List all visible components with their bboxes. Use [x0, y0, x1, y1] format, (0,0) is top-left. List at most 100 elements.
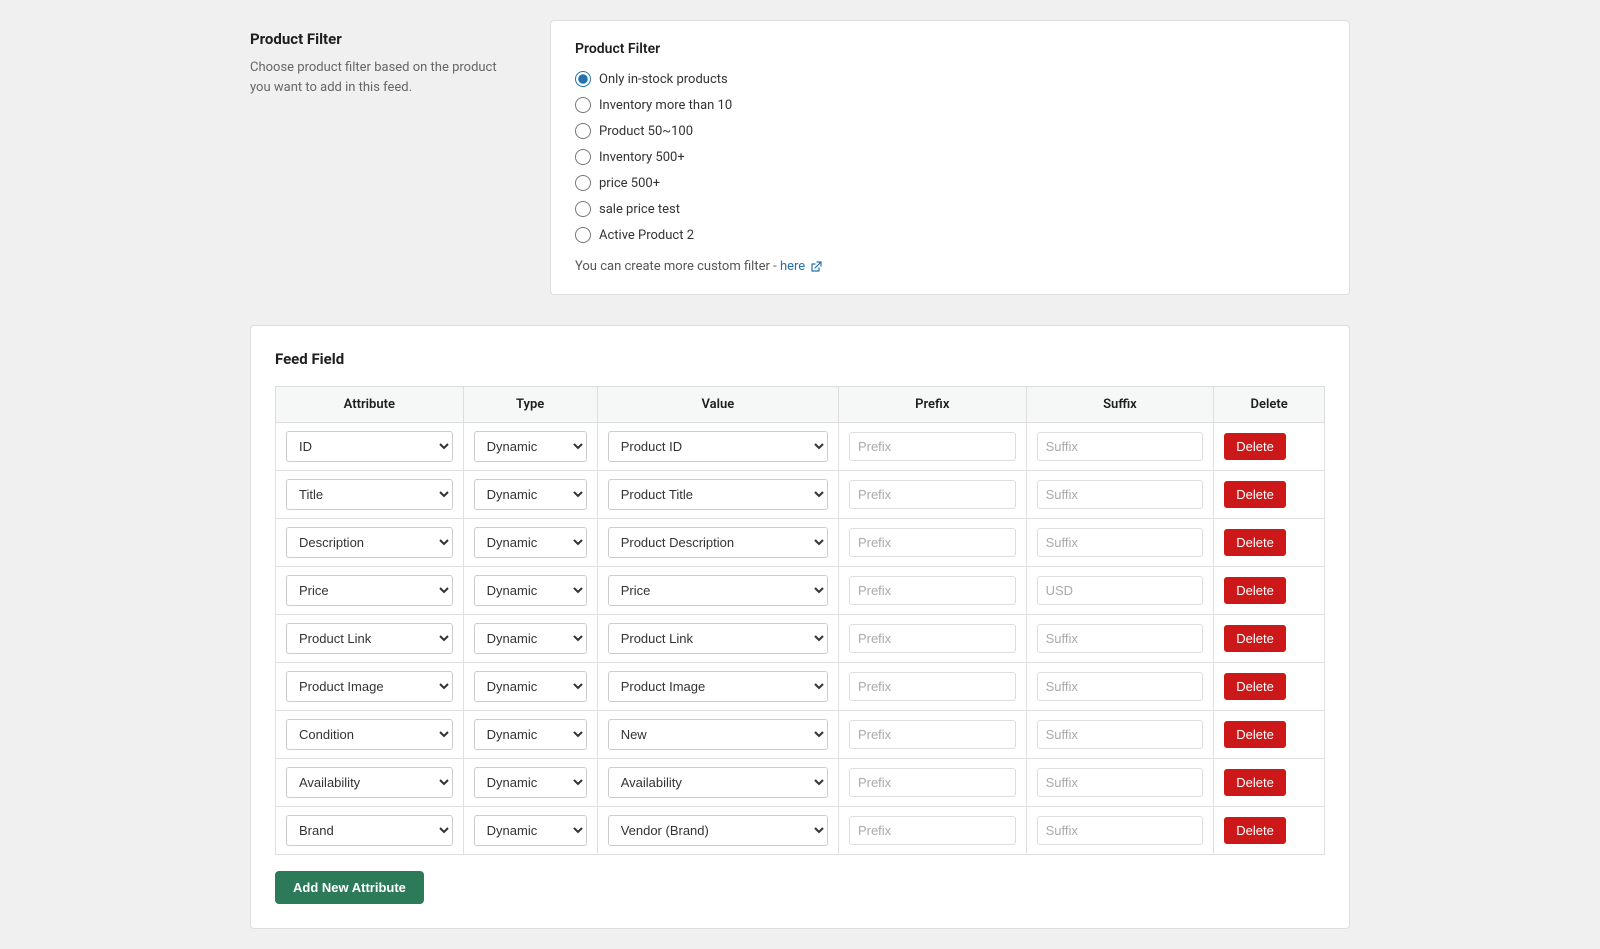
select-attribute-6[interactable]: Condition [286, 719, 453, 750]
input-prefix-4[interactable] [849, 624, 1016, 653]
select-value-7[interactable]: Availability [608, 767, 828, 798]
input-prefix-3[interactable] [849, 576, 1016, 605]
select-value-6[interactable]: New [608, 719, 828, 750]
input-prefix-5[interactable] [849, 672, 1016, 701]
cell-delete-1: Delete [1214, 471, 1325, 519]
col-delete: Delete [1214, 387, 1325, 423]
input-prefix-2[interactable] [849, 528, 1016, 557]
table-row: Brand Dynamic Vendor (Brand) Delete [276, 807, 1325, 855]
input-suffix-4[interactable] [1037, 624, 1204, 653]
delete-button-8[interactable]: Delete [1224, 817, 1286, 844]
select-attribute-1[interactable]: Title [286, 479, 453, 510]
input-prefix-7[interactable] [849, 768, 1016, 797]
cell-attribute-4: Product Link [276, 615, 464, 663]
input-suffix-1[interactable] [1037, 480, 1204, 509]
input-prefix-0[interactable] [849, 432, 1016, 461]
radio-opt1[interactable] [575, 71, 591, 87]
table-row: Title Dynamic Product Title Delete [276, 471, 1325, 519]
select-type-1[interactable]: Dynamic [474, 479, 587, 510]
cell-value-8: Vendor (Brand) [597, 807, 838, 855]
cell-attribute-5: Product Image [276, 663, 464, 711]
select-type-5[interactable]: Dynamic [474, 671, 587, 702]
radio-item-opt7: Active Product 2 [575, 227, 1325, 243]
delete-button-5[interactable]: Delete [1224, 673, 1286, 700]
table-row: Condition Dynamic New Delete [276, 711, 1325, 759]
input-suffix-6[interactable] [1037, 720, 1204, 749]
delete-button-3[interactable]: Delete [1224, 577, 1286, 604]
cell-suffix-4 [1026, 615, 1214, 663]
cell-attribute-3: Price [276, 567, 464, 615]
cell-delete-6: Delete [1214, 711, 1325, 759]
radio-item-opt4: Inventory 500+ [575, 149, 1325, 165]
input-prefix-1[interactable] [849, 480, 1016, 509]
input-suffix-8[interactable] [1037, 816, 1204, 845]
delete-button-1[interactable]: Delete [1224, 481, 1286, 508]
input-prefix-8[interactable] [849, 816, 1016, 845]
cell-suffix-1 [1026, 471, 1214, 519]
col-prefix: Prefix [838, 387, 1026, 423]
select-type-2[interactable]: Dynamic [474, 527, 587, 558]
select-value-1[interactable]: Product Title [608, 479, 828, 510]
table-header-row: Attribute Type Value Prefix Suffix Delet… [276, 387, 1325, 423]
select-value-5[interactable]: Product Image [608, 671, 828, 702]
radio-opt7[interactable] [575, 227, 591, 243]
cell-attribute-2: Description [276, 519, 464, 567]
select-attribute-4[interactable]: Product Link [286, 623, 453, 654]
select-value-4[interactable]: Product Link [608, 623, 828, 654]
input-suffix-3[interactable] [1037, 576, 1204, 605]
filter-left-description: Choose product filter based on the produ… [250, 58, 510, 97]
select-type-8[interactable]: Dynamic [474, 815, 587, 846]
radio-opt5[interactable] [575, 175, 591, 191]
select-value-0[interactable]: Product ID [608, 431, 828, 462]
cell-suffix-3 [1026, 567, 1214, 615]
cell-attribute-7: Availability [276, 759, 464, 807]
radio-group: Only in-stock productsInventory more tha… [575, 71, 1325, 243]
select-value-8[interactable]: Vendor (Brand) [608, 815, 828, 846]
select-type-3[interactable]: Dynamic [474, 575, 587, 606]
cell-value-4: Product Link [597, 615, 838, 663]
add-new-attribute-button[interactable]: Add New Attribute [275, 871, 424, 904]
cell-type-4: Dynamic [463, 615, 597, 663]
select-type-0[interactable]: Dynamic [474, 431, 587, 462]
cell-delete-4: Delete [1214, 615, 1325, 663]
custom-filter-link[interactable]: here [780, 259, 822, 274]
radio-opt3[interactable] [575, 123, 591, 139]
select-type-6[interactable]: Dynamic [474, 719, 587, 750]
cell-type-8: Dynamic [463, 807, 597, 855]
delete-button-6[interactable]: Delete [1224, 721, 1286, 748]
input-prefix-6[interactable] [849, 720, 1016, 749]
feed-field-title: Feed Field [275, 350, 1325, 368]
radio-item-opt5: price 500+ [575, 175, 1325, 191]
radio-opt2[interactable] [575, 97, 591, 113]
select-attribute-3[interactable]: Price [286, 575, 453, 606]
select-value-3[interactable]: Price [608, 575, 828, 606]
delete-button-2[interactable]: Delete [1224, 529, 1286, 556]
product-filter-section: Product Filter Choose product filter bas… [250, 20, 1350, 295]
cell-type-3: Dynamic [463, 567, 597, 615]
input-suffix-7[interactable] [1037, 768, 1204, 797]
delete-button-0[interactable]: Delete [1224, 433, 1286, 460]
select-attribute-8[interactable]: Brand [286, 815, 453, 846]
select-attribute-2[interactable]: Description [286, 527, 453, 558]
select-attribute-7[interactable]: Availability [286, 767, 453, 798]
cell-type-2: Dynamic [463, 519, 597, 567]
delete-button-7[interactable]: Delete [1224, 769, 1286, 796]
cell-type-5: Dynamic [463, 663, 597, 711]
select-attribute-0[interactable]: ID [286, 431, 453, 462]
radio-opt4[interactable] [575, 149, 591, 165]
cell-attribute-8: Brand [276, 807, 464, 855]
select-type-4[interactable]: Dynamic [474, 623, 587, 654]
cell-attribute-1: Title [276, 471, 464, 519]
input-suffix-2[interactable] [1037, 528, 1204, 557]
select-value-2[interactable]: Product Description [608, 527, 828, 558]
select-type-7[interactable]: Dynamic [474, 767, 587, 798]
input-suffix-5[interactable] [1037, 672, 1204, 701]
radio-opt6[interactable] [575, 201, 591, 217]
radio-label-opt5: price 500+ [599, 176, 660, 191]
cell-value-5: Product Image [597, 663, 838, 711]
table-row: Product Image Dynamic Product Image Delete [276, 663, 1325, 711]
select-attribute-5[interactable]: Product Image [286, 671, 453, 702]
delete-button-4[interactable]: Delete [1224, 625, 1286, 652]
radio-item-opt1: Only in-stock products [575, 71, 1325, 87]
input-suffix-0[interactable] [1037, 432, 1204, 461]
